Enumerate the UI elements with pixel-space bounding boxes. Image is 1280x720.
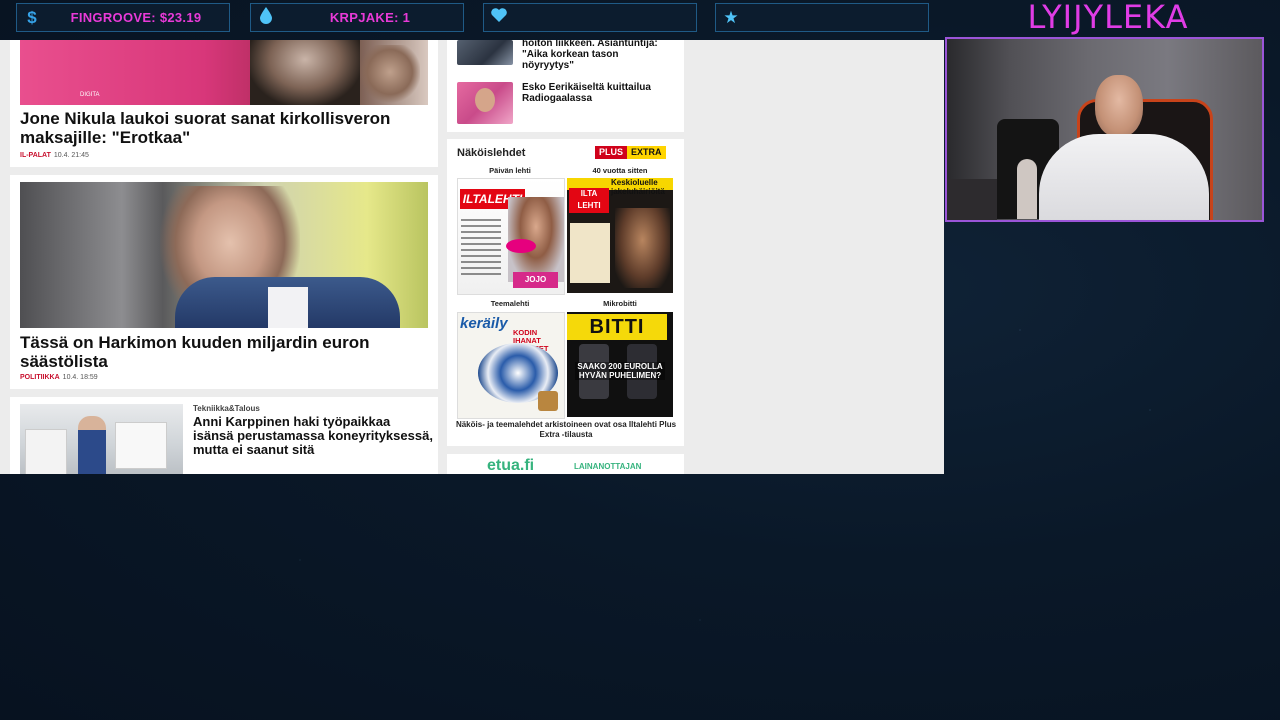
side-story-thumbnail[interactable] [457, 82, 513, 124]
star-icon: ★ [723, 7, 739, 27]
article-time: 10.4. 18:59 [62, 374, 98, 381]
magazine-label: Mikrobitti [603, 299, 637, 308]
article-headline[interactable]: Jone Nikula laukoi suorat sanat kirkolli… [20, 109, 420, 147]
article-image[interactable]: DIGITA [20, 40, 428, 105]
webcam-feed [945, 37, 1264, 222]
magazines-card: Näköislehdet PLUS EXTRA Päivän lehti 40 … [447, 139, 684, 446]
dollar-icon: $ [27, 7, 37, 27]
article-meta: IL-PALAT 10.4. 21:45 [20, 152, 89, 159]
heart-icon [488, 7, 510, 28]
ad-text[interactable]: LAINANOTTAJAN [574, 462, 641, 471]
magazine-label: Päivän lehti [489, 166, 531, 175]
news-card[interactable]: DIGITA Jone Nikula laukoi suorat sanat k… [10, 40, 438, 167]
article-headline[interactable]: Anni Karppinen haki työpaikkaa isänsä pe… [193, 415, 433, 457]
article-category[interactable]: Tekniikka&Talous [193, 404, 260, 413]
magazine-cover-iltalehti[interactable]: ILTALEHTI JOJO [457, 178, 565, 295]
article-image[interactable] [20, 182, 428, 328]
side-story-title[interactable]: Esko Eerikäiseltä kuittailua Radiogaalas… [522, 82, 672, 104]
advertisement[interactable]: etua.fi LAINANOTTAJAN [447, 454, 684, 474]
news-card[interactable]: Tässä on Harkimon kuuden miljardin euron… [10, 175, 438, 389]
subscriber-stat-text: KRPJAKE: 1 [329, 10, 411, 25]
plus-extra-badge: PLUS EXTRA [595, 146, 666, 159]
news-card[interactable]: Tekniikka&Talous Anni Karppinen haki työ… [10, 397, 438, 474]
magazine-cover-40-years[interactable]: ILTA LEHTI Keskioluelle jakeluhäiriöitä [567, 178, 673, 293]
magazine-cover-kerailly[interactable]: keräily KODIN IHANAT AARTEET [457, 312, 565, 419]
magazine-label: Teemalehti [490, 299, 530, 308]
magazine-cover-mikrobitti[interactable]: BITTI SAAKO 200 EUROLLA HYVÄN PUHELIMEN? [567, 312, 673, 417]
donation-stat-text: FINGROOVE: $23.19 [70, 10, 202, 25]
droplet-icon [255, 6, 277, 29]
article-meta: POLITIIKKA 10.4. 18:59 [20, 374, 98, 381]
magazines-heading: Näköislehdet [457, 147, 526, 159]
article-category[interactable]: IL-PALAT [20, 152, 51, 159]
magazine-label: 40 vuotta sitten [592, 166, 648, 175]
article-category[interactable]: POLITIIKKA [20, 374, 60, 381]
donation-stat-box: $ FINGROOVE: $23.19 [16, 3, 230, 32]
star-stat-box: ★ [715, 3, 929, 32]
browser-viewport[interactable]: DIGITA Jone Nikula laukoi suorat sanat k… [0, 40, 944, 474]
side-story-list: hoiton liikkeen. Asiantuntija: "Aika kor… [447, 40, 684, 132]
magazines-footer-note: Näköis- ja teemalehdet arkistoineen ovat… [455, 420, 677, 439]
ad-logo[interactable]: etua.fi [487, 457, 534, 474]
article-headline[interactable]: Tässä on Harkimon kuuden miljardin euron… [20, 333, 430, 371]
follower-stat-box [483, 3, 697, 32]
side-story-thumbnail[interactable] [457, 40, 513, 65]
subscriber-stat-box: KRPJAKE: 1 [250, 3, 464, 32]
article-time: 10.4. 21:45 [53, 152, 89, 159]
article-image[interactable] [20, 404, 183, 474]
streamer-name: LYIJYLEKA [1027, 0, 1189, 36]
side-story-title[interactable]: hoiton liikkeen. Asiantuntija: "Aika kor… [522, 40, 672, 71]
